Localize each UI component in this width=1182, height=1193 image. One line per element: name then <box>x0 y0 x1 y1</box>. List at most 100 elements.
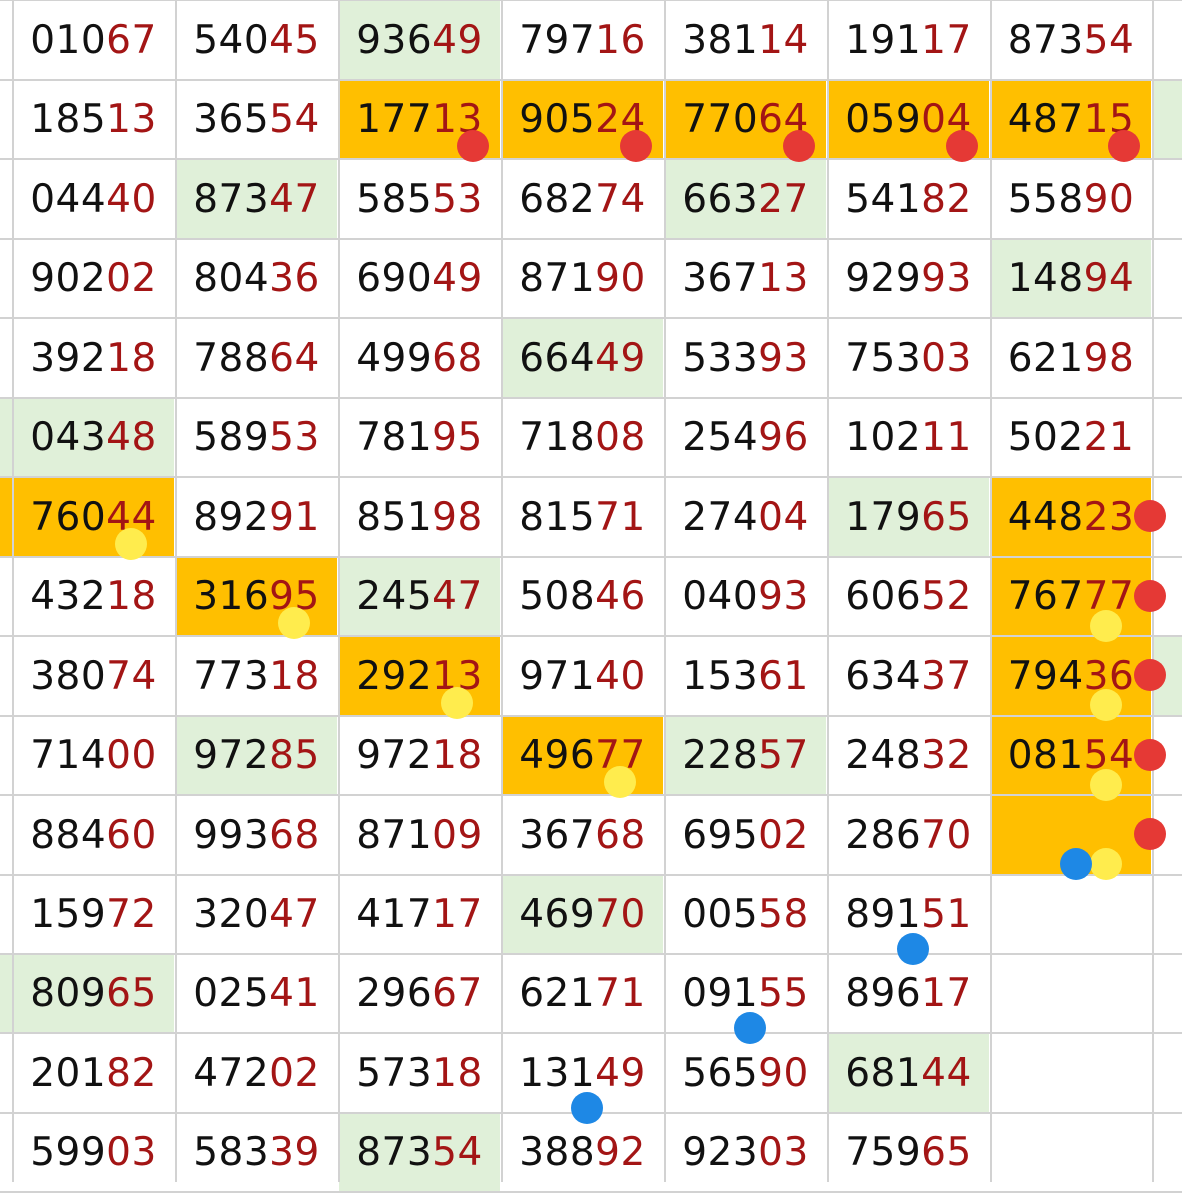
grid-cell[interactable]: 316 95 <box>175 557 338 636</box>
grid-cell[interactable]: 380 74 <box>12 636 175 716</box>
grid-cell[interactable]: 873 47 <box>175 159 338 239</box>
grid-cell[interactable]: 871 90 <box>501 239 664 318</box>
grid-cell[interactable]: 448 23 <box>990 477 1152 557</box>
grid-cell[interactable]: 254 96 <box>664 398 827 477</box>
spreadsheet-grid: 010 67 185 13 044 40 902 02 392 18 043 48 760 44 432 18… <box>0 0 1182 1193</box>
grid-cell[interactable]: 558 90 <box>990 159 1152 239</box>
grid-cell[interactable]: 102 11 <box>827 398 990 477</box>
grid-cell[interactable]: 541 82 <box>827 159 990 239</box>
grid-cell[interactable]: 367 13 <box>664 239 827 318</box>
grid-cell[interactable]: 583 39 <box>175 1113 338 1192</box>
grid-cell[interactable]: 892 91 <box>175 477 338 557</box>
grid-cell[interactable]: 508 46 <box>501 557 664 636</box>
grid-cell[interactable]: 248 32 <box>827 716 990 795</box>
grid-cell[interactable]: 695 02 <box>664 795 827 875</box>
grid-cell[interactable]: 081 54 <box>990 716 1152 795</box>
grid-cell[interactable]: 159 72 <box>12 875 175 954</box>
grid-cell[interactable]: 851 98 <box>338 477 501 557</box>
grid-cell[interactable]: 972 85 <box>175 716 338 795</box>
grid-cell[interactable]: 884 60 <box>12 795 175 875</box>
grid-cell[interactable]: 804 36 <box>175 239 338 318</box>
grid-cell[interactable]: 781 95 <box>338 398 501 477</box>
grid-cell[interactable]: 690 49 <box>338 239 501 318</box>
grid-cell[interactable]: 417 17 <box>338 875 501 954</box>
grid-cell[interactable]: 714 00 <box>12 716 175 795</box>
grid-cell[interactable]: 499 68 <box>338 318 501 398</box>
grid-cell[interactable]: 005 58 <box>664 875 827 954</box>
grid-cell[interactable]: 873 54 <box>990 0 1152 80</box>
grid-cell[interactable]: 043 48 <box>12 398 175 477</box>
grid-cell[interactable]: 365 54 <box>175 80 338 159</box>
grid-cell[interactable]: 274 04 <box>664 477 827 557</box>
grid-cell[interactable]: 540 45 <box>175 0 338 80</box>
grid-cell[interactable]: 753 03 <box>827 318 990 398</box>
grid-cell[interactable]: 153 61 <box>664 636 827 716</box>
cell-value-suffix: 47 <box>269 176 320 222</box>
grid-cell[interactable]: 797 16 <box>501 0 664 80</box>
grid-cell[interactable]: 972 18 <box>338 716 501 795</box>
cell-value-prefix: 606 <box>845 574 922 619</box>
grid-cell[interactable]: 201 82 <box>12 1033 175 1113</box>
grid-cell[interactable]: 367 68 <box>501 795 664 875</box>
grid-cell[interactable]: 191 17 <box>827 0 990 80</box>
grid-cell[interactable]: 773 18 <box>175 636 338 716</box>
cell-value-prefix: 392 <box>30 335 107 381</box>
grid-cell[interactable]: 292 13 <box>338 636 501 716</box>
grid-cell[interactable]: 573 18 <box>338 1033 501 1113</box>
grid-cell[interactable]: 381 14 <box>664 0 827 80</box>
grid-cell[interactable]: 533 93 <box>664 318 827 398</box>
grid-cell[interactable]: 873 54 <box>338 1113 501 1192</box>
grid-cell[interactable]: 599 03 <box>12 1113 175 1192</box>
grid-cell[interactable]: 589 53 <box>175 398 338 477</box>
grid-cell[interactable]: 010 67 <box>12 0 175 80</box>
grid-cell[interactable]: 902 02 <box>12 239 175 318</box>
grid-cell[interactable]: 663 27 <box>664 159 827 239</box>
grid-cell[interactable]: 228 57 <box>664 716 827 795</box>
grid-cell[interactable]: 815 71 <box>501 477 664 557</box>
grid-cell[interactable]: 634 37 <box>827 636 990 716</box>
grid-cell[interactable]: 760 44 <box>12 477 175 557</box>
grid-cell[interactable]: 148 94 <box>990 239 1152 318</box>
grid-cell[interactable]: 025 41 <box>175 954 338 1033</box>
grid-cell[interactable]: 923 03 <box>664 1113 827 1192</box>
grid-cell[interactable]: 896 17 <box>827 954 990 1033</box>
grid-cell[interactable]: 621 71 <box>501 954 664 1033</box>
grid-cell[interactable]: 392 18 <box>12 318 175 398</box>
grid-cell[interactable]: 809 65 <box>12 954 175 1033</box>
grid-cell[interactable]: 971 40 <box>501 636 664 716</box>
grid-cell[interactable]: 621 98 <box>990 318 1152 398</box>
grid-cell[interactable]: 320 47 <box>175 875 338 954</box>
grid-cell[interactable]: 718 08 <box>501 398 664 477</box>
grid-cell[interactable]: 296 67 <box>338 954 501 1033</box>
grid-cell[interactable]: 993 68 <box>175 795 338 875</box>
grid-cell[interactable]: 502 21 <box>990 398 1152 477</box>
cell-value-suffix: 18 <box>432 733 483 778</box>
grid-cell[interactable]: 179 65 <box>827 477 990 557</box>
grid-cell[interactable]: 245 47 <box>338 557 501 636</box>
grid-cell[interactable]: 794 36 <box>990 636 1152 716</box>
grid-cell[interactable]: 682 74 <box>501 159 664 239</box>
grid-cell[interactable]: 585 53 <box>338 159 501 239</box>
grid-cell[interactable]: 388 92 <box>501 1113 664 1192</box>
grid-cell[interactable]: 432 18 <box>12 557 175 636</box>
grid-cell[interactable]: 681 44 <box>827 1033 990 1113</box>
grid-cell[interactable]: 286 70 <box>827 795 990 875</box>
grid-cell[interactable]: 664 49 <box>501 318 664 398</box>
grid-cell[interactable]: 936 49 <box>338 0 501 80</box>
grid-cell[interactable]: 929 93 <box>827 239 990 318</box>
grid-cell[interactable]: 565 90 <box>664 1033 827 1113</box>
grid-cell[interactable]: 040 93 <box>664 557 827 636</box>
grid-cell[interactable]: 044 40 <box>12 159 175 239</box>
grid-cell[interactable]: 185 13 <box>12 80 175 159</box>
grid-cell[interactable]: 472 02 <box>175 1033 338 1113</box>
grid-cell[interactable]: 767 77 <box>990 557 1152 636</box>
cell-value-suffix: 53 <box>432 176 483 222</box>
cell-value-prefix: 929 <box>845 256 922 301</box>
grid-cell[interactable]: 788 64 <box>175 318 338 398</box>
grid-cell[interactable]: 469 70 <box>501 875 664 954</box>
grid-cell[interactable]: 606 52 <box>827 557 990 636</box>
cell-value-suffix: 04 <box>758 494 809 540</box>
grid-cell[interactable]: 871 09 <box>338 795 501 875</box>
grid-cell[interactable]: 759 65 <box>827 1113 990 1192</box>
grid-cell[interactable]: 496 77 <box>501 716 664 795</box>
